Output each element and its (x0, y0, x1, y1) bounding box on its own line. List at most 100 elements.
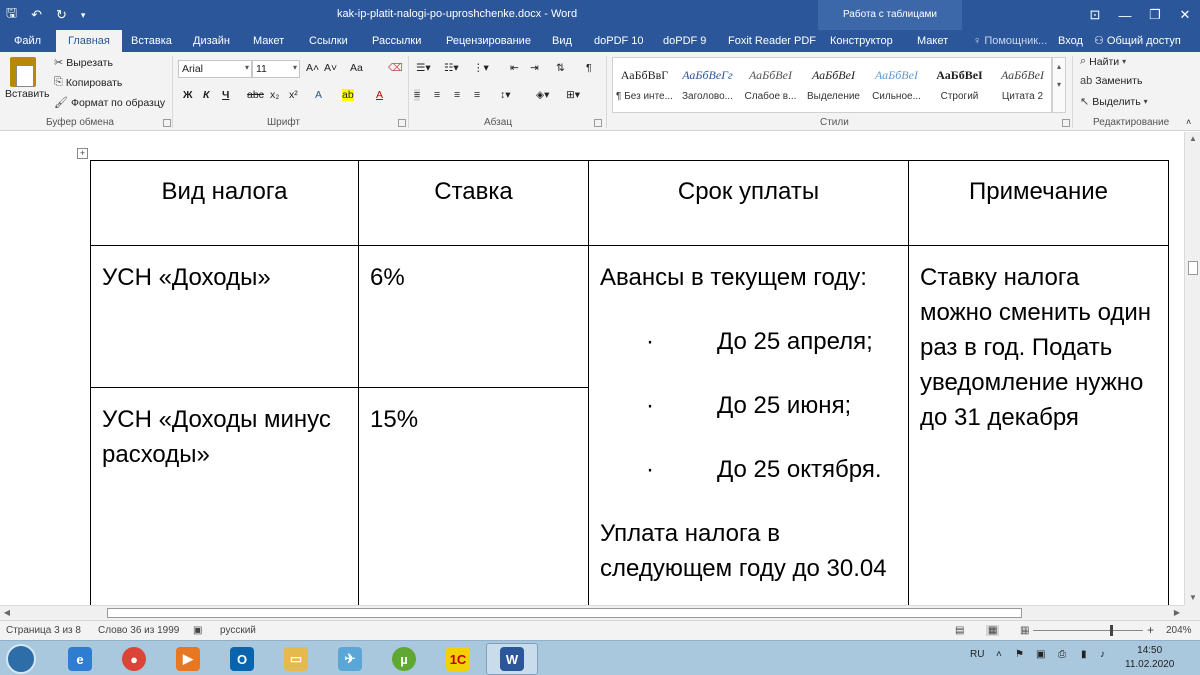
styles-launcher-icon[interactable] (1062, 119, 1070, 127)
word-counter[interactable]: Слово 36 из 1999 (98, 625, 179, 636)
format-painter-button[interactable]: 🖌 Формат по образцу (54, 96, 165, 110)
sort-icon[interactable]: ⇅ (556, 62, 565, 74)
shading-icon[interactable]: ◈▾ (536, 89, 549, 101)
undo-icon[interactable]: ↶ (31, 7, 42, 23)
taskbar-outlook-icon[interactable]: O (216, 643, 268, 675)
sign-in-link[interactable]: Вход (1058, 30, 1083, 52)
zoom-in-button[interactable]: + (1147, 623, 1154, 637)
vertical-scroll-thumb[interactable] (1188, 261, 1198, 275)
customize-qat-icon[interactable]: ▾ (81, 10, 86, 21)
table-cell[interactable]: 6% (358, 245, 589, 388)
vertical-scrollbar[interactable]: ▲ ▼ (1184, 132, 1200, 605)
tab-file[interactable]: Файл (14, 30, 41, 52)
tab-table-layout[interactable]: Макет (917, 30, 948, 52)
table-header-cell[interactable]: Срок уплаты (588, 160, 909, 246)
taskbar-explorer-icon[interactable]: ▭ (270, 643, 322, 675)
scroll-up-icon[interactable]: ▲ (1185, 132, 1200, 146)
tab-review[interactable]: Рецензирование (446, 30, 531, 52)
align-center-icon[interactable]: ≡ (434, 89, 440, 101)
tab-foxit[interactable]: Foxit Reader PDF (728, 30, 816, 52)
tab-references[interactable]: Ссылки (309, 30, 348, 52)
bold-button[interactable]: Ж (183, 89, 193, 101)
select-button[interactable]: ↖ Выделить ▾ (1080, 95, 1148, 109)
pilcrow-icon[interactable]: ¶ (586, 62, 592, 74)
clear-formatting-icon[interactable]: ⌫ (388, 62, 403, 74)
paste-icon[interactable] (10, 57, 36, 87)
borders-icon[interactable]: ⊞▾ (566, 89, 580, 101)
align-left-icon[interactable]: ≡ (414, 89, 421, 101)
shrink-font-button[interactable]: A˅ (324, 62, 337, 74)
underline-button[interactable]: Ч (222, 89, 229, 101)
document-canvas[interactable]: + Вид налога Ставка Срок уплаты Примечан… (0, 132, 1184, 605)
decrease-indent-icon[interactable]: ⇤ (510, 62, 519, 74)
align-right-icon[interactable]: ≡ (454, 89, 460, 101)
font-color-icon[interactable]: A (376, 89, 383, 101)
table-cell[interactable]: УСН «Доходы» (90, 245, 359, 388)
zoom-out-button[interactable]: – (1022, 623, 1029, 637)
styles-scroll[interactable]: ▴ ▾ (1052, 57, 1066, 113)
input-language[interactable]: RU (970, 649, 984, 660)
save-icon[interactable]: 🖫 (6, 4, 17, 26)
justify-icon[interactable]: ≡ (474, 89, 480, 101)
table-header-cell[interactable]: Примечание (908, 160, 1169, 246)
scroll-right-icon[interactable]: ▶ (1170, 606, 1184, 620)
taskbar-media-player-icon[interactable]: ▶ (162, 643, 214, 675)
tray-app-icon[interactable]: ▣ (1036, 649, 1045, 660)
table-cell-note[interactable]: Ставку налога можно сменить один раз в г… (908, 245, 1169, 605)
grow-font-button[interactable]: A˄ (306, 62, 319, 74)
style-heading[interactable]: АаБбВеГг Заголово... (676, 58, 739, 112)
superscript-button[interactable]: x² (289, 89, 298, 101)
tab-insert[interactable]: Вставка (131, 30, 172, 52)
increase-indent-icon[interactable]: ⇥ (530, 62, 539, 74)
tab-dopdf10[interactable]: doPDF 10 (594, 30, 644, 52)
table-header-cell[interactable]: Ставка (358, 160, 589, 246)
scroll-left-icon[interactable]: ◀ (0, 606, 14, 620)
taskbar-1c-icon[interactable]: 1С (432, 643, 484, 675)
style-intense-emphasis[interactable]: АаБбВеI Сильное... (865, 58, 928, 112)
change-case-button[interactable]: Aa (350, 62, 363, 74)
taskbar-utorrent-icon[interactable]: µ (378, 643, 430, 675)
taskbar-word-icon[interactable]: W (486, 643, 538, 675)
find-button[interactable]: ⌕ Найти ▾ (1080, 55, 1126, 68)
page-counter[interactable]: Страница 3 из 8 (6, 625, 81, 636)
proofing-icon[interactable]: ▣ (193, 625, 202, 636)
collapse-ribbon-icon[interactable]: ˄ (1186, 117, 1191, 127)
taskbar-chrome-icon[interactable]: ● (108, 643, 160, 675)
tab-design[interactable]: Дизайн (193, 30, 230, 52)
tell-me-search[interactable]: ♀ Помощник... (973, 30, 1047, 52)
cut-button[interactable]: ✂ Вырезать (54, 56, 113, 70)
horizontal-scroll-thumb[interactable] (107, 608, 1022, 618)
paste-button[interactable]: Вставить (5, 88, 50, 100)
multilevel-list-icon[interactable]: ⋮▾ (473, 62, 489, 74)
style-strong[interactable]: АаБбВеI Строгий (928, 58, 991, 112)
horizontal-scrollbar[interactable]: ◀ ▶ (0, 605, 1184, 620)
line-spacing-icon[interactable]: ↕▾ (500, 89, 511, 101)
font-launcher-icon[interactable] (398, 119, 406, 127)
zoom-slider[interactable] (1033, 630, 1143, 631)
highlight-icon[interactable]: ab (342, 89, 354, 101)
style-subtle-emphasis[interactable]: АаБбВеI Слабое в... (739, 58, 802, 112)
read-mode-icon[interactable]: ▤ (955, 625, 964, 636)
copy-button[interactable]: ⎘ Копировать (54, 76, 122, 89)
subscript-button[interactable]: x₂ (270, 89, 279, 101)
table-cell[interactable]: 15% (358, 387, 589, 605)
tab-layout[interactable]: Макет (253, 30, 284, 52)
share-button[interactable]: ⚇ Общий доступ (1094, 30, 1181, 52)
volume-icon[interactable]: ♪ (1100, 649, 1105, 660)
bullets-icon[interactable]: ☰▾ (416, 62, 431, 74)
taskbar-ie-icon[interactable]: e (54, 643, 106, 675)
tab-mailings[interactable]: Рассылки (372, 30, 421, 52)
system-clock[interactable]: 14:50 11.02.2020 (1125, 644, 1174, 672)
strikethrough-button[interactable]: abc (247, 89, 264, 101)
font-name-combo[interactable]: Arial (178, 60, 252, 78)
tab-dopdf9[interactable]: doPDF 9 (663, 30, 706, 52)
paragraph-launcher-icon[interactable] (594, 119, 602, 127)
numbering-icon[interactable]: ☷▾ (444, 62, 459, 74)
printer-icon[interactable]: ⎙ (1058, 649, 1066, 660)
clipboard-launcher-icon[interactable] (163, 119, 171, 127)
zoom-slider-knob[interactable] (1110, 625, 1113, 636)
restore-button[interactable]: ❐ (1140, 0, 1170, 30)
ribbon-display-options-icon[interactable]: ⊡ (1080, 0, 1110, 30)
minimize-button[interactable]: — (1110, 0, 1140, 30)
table-cell[interactable]: УСН «Доходы минус расходы» (90, 387, 359, 605)
